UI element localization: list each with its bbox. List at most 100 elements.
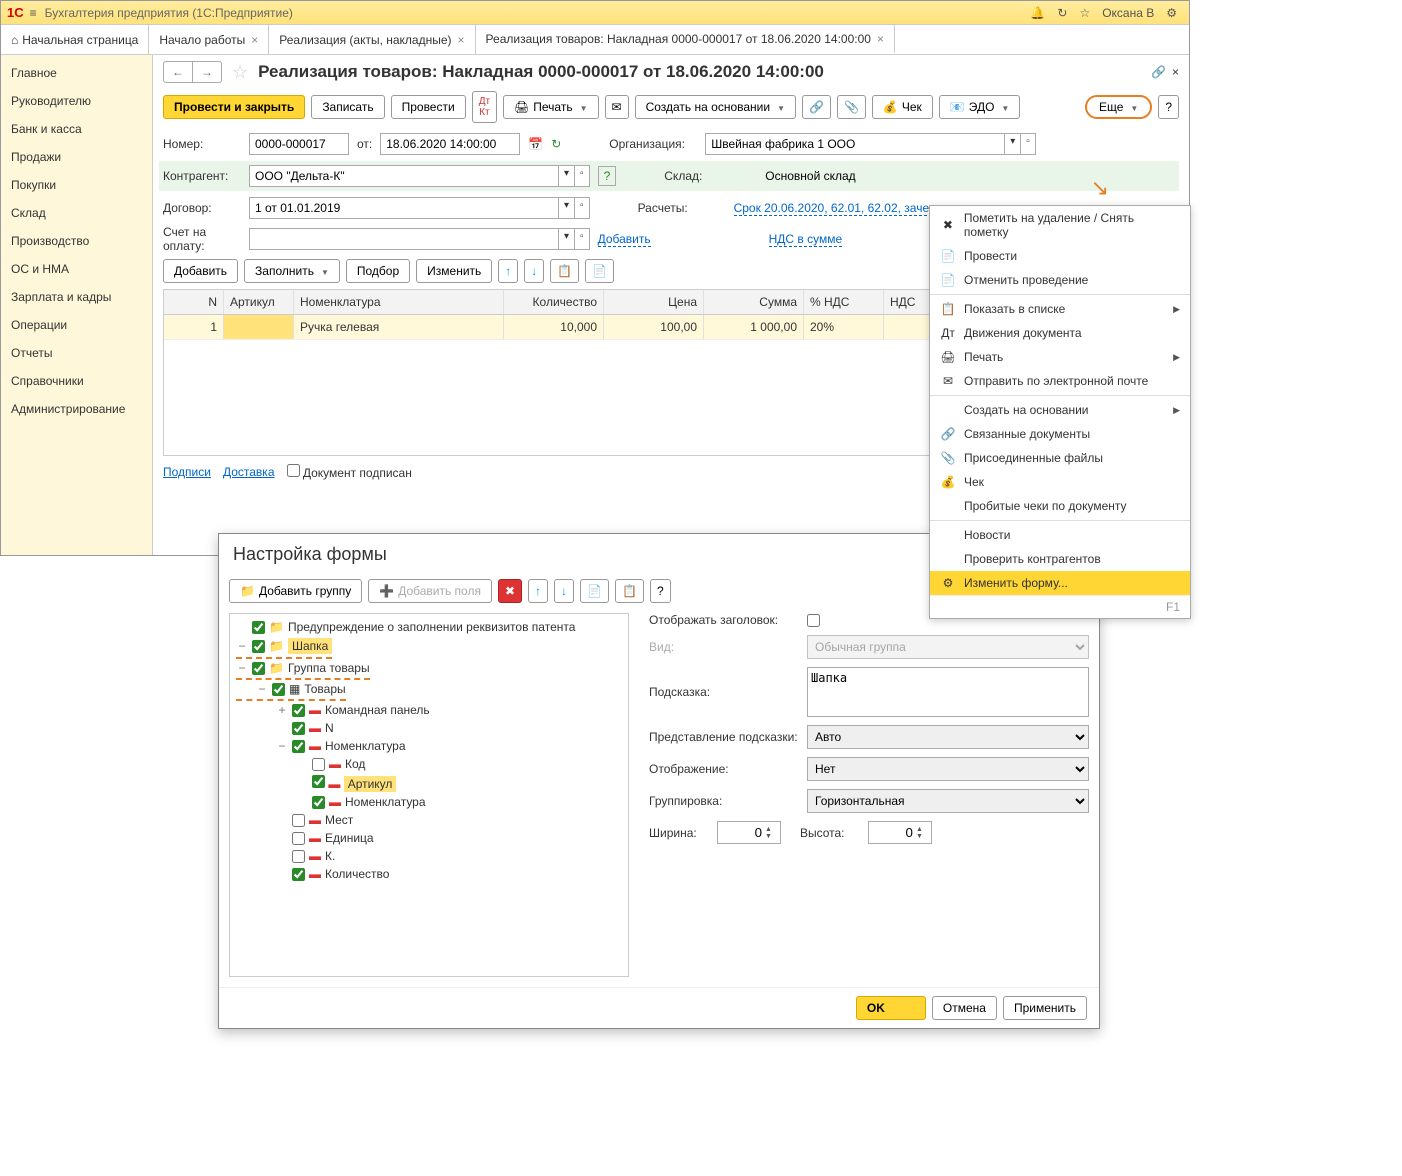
apply-button[interactable]: Применить xyxy=(1003,996,1087,1020)
close-icon[interactable]: × xyxy=(251,33,258,47)
nds-link[interactable]: НДС в сумме xyxy=(769,232,843,247)
mail-button[interactable]: ✉ xyxy=(605,95,629,119)
tree-item[interactable]: − ▦ Товары xyxy=(236,680,346,698)
copy-settings-button[interactable]: 📋 xyxy=(615,579,644,603)
print-button[interactable]: 🖨 Печать xyxy=(503,95,598,119)
col-nds[interactable]: % НДС xyxy=(804,290,884,314)
menu-item[interactable]: 📄Провести xyxy=(930,244,1190,268)
up-button[interactable]: ↑ xyxy=(498,259,518,283)
invoice-input[interactable] xyxy=(249,228,559,250)
refresh-icon[interactable]: ↻ xyxy=(551,137,561,151)
move-up-button[interactable]: ↑ xyxy=(528,579,548,603)
nav-admin[interactable]: Администрирование xyxy=(1,395,152,423)
post-button[interactable]: Провести xyxy=(391,95,466,119)
menu-item[interactable]: 📄Отменить проведение xyxy=(930,268,1190,292)
tab-2[interactable]: Реализация (акты, накладные)× xyxy=(269,25,475,54)
nav-fixed-assets[interactable]: ОС и НМА xyxy=(1,255,152,283)
col-nom[interactable]: Номенклатура xyxy=(294,290,504,314)
menu-item[interactable]: 📋Показать в списке▶ xyxy=(930,297,1190,321)
hamburger-icon[interactable]: ≡ xyxy=(30,6,37,20)
tab-1[interactable]: Начало работы× xyxy=(149,25,269,54)
tree-item[interactable]: − 📁 Шапка xyxy=(236,636,332,656)
cancel-button[interactable]: Отмена xyxy=(932,996,997,1020)
user-label[interactable]: Оксана В xyxy=(1102,6,1154,20)
nav-reports[interactable]: Отчеты xyxy=(1,339,152,367)
menu-item[interactable]: ✖Пометить на удаление / Снять пометку xyxy=(930,206,1190,244)
pick-button[interactable]: Подбор xyxy=(346,259,410,283)
bell-icon[interactable]: 🔔 xyxy=(1030,6,1045,20)
post-close-button[interactable]: Провести и закрыть xyxy=(163,95,305,119)
nav-bank[interactable]: Банк и касса xyxy=(1,115,152,143)
date-input[interactable] xyxy=(380,133,520,155)
tree-item[interactable]: − ▬ Номенклатура xyxy=(236,737,622,755)
show-header-checkbox[interactable] xyxy=(807,614,820,627)
menu-item[interactable]: Проверить контрагентов xyxy=(930,547,1190,571)
menu-item[interactable]: ⚙Изменить форму... xyxy=(930,571,1190,595)
add-link[interactable]: Добавить xyxy=(598,232,651,247)
menu-item[interactable]: 💰Чек xyxy=(930,470,1190,494)
dropdown-icon[interactable]: ▾ xyxy=(559,165,575,187)
menu-item[interactable]: ДтДвижения документа xyxy=(930,321,1190,345)
tree-item[interactable]: ▬ N xyxy=(236,719,622,737)
nav-warehouse[interactable]: Склад xyxy=(1,199,152,227)
check-button[interactable]: 💰 Чек xyxy=(872,95,933,119)
tree-item[interactable]: ▬ Код xyxy=(236,755,622,773)
menu-item[interactable]: ✉Отправить по электронной почте xyxy=(930,369,1190,393)
add-row-button[interactable]: Добавить xyxy=(163,259,238,283)
add-group-button[interactable]: 📁 Добавить группу xyxy=(229,579,362,603)
height-spinner[interactable]: ▲▼ xyxy=(868,821,923,844)
col-art[interactable]: Артикул xyxy=(224,290,294,314)
hint-textarea[interactable]: Шапка xyxy=(807,667,1089,717)
move-down-button[interactable]: ↓ xyxy=(554,579,574,603)
hint-rep-select[interactable]: Авто xyxy=(807,725,1089,749)
delete-button[interactable]: ✖ xyxy=(498,579,522,603)
dropdown-icon[interactable]: ▾ xyxy=(559,228,575,250)
settings-icon[interactable]: ⚙ xyxy=(1166,6,1177,20)
write-button[interactable]: Записать xyxy=(311,95,384,119)
help-button[interactable]: ? xyxy=(650,579,671,603)
org-input[interactable] xyxy=(705,133,1005,155)
tab-home[interactable]: Начальная страница xyxy=(1,25,149,54)
tree-item[interactable]: + ▬ Командная панель xyxy=(236,701,622,719)
tree-item[interactable]: − 📁 Группа товары xyxy=(236,659,370,677)
menu-item[interactable]: Создать на основании▶ xyxy=(930,398,1190,422)
open-icon[interactable]: ▫ xyxy=(575,228,590,250)
signed-checkbox[interactable]: Документ подписан xyxy=(287,464,412,480)
back-icon[interactable]: ← xyxy=(164,62,193,82)
ok-button[interactable]: OK xyxy=(856,996,926,1020)
tree-item[interactable]: ▬ Номенклатура xyxy=(236,793,622,811)
tree-item[interactable]: ▬ Мест xyxy=(236,811,622,829)
open-icon[interactable]: ▫ xyxy=(575,197,590,219)
fill-button[interactable]: Заполнить xyxy=(244,259,340,283)
width-spinner[interactable]: ▲▼ xyxy=(717,821,772,844)
open-icon[interactable]: ▫ xyxy=(575,165,590,187)
nav-catalogs[interactable]: Справочники xyxy=(1,367,152,395)
sign-link[interactable]: Подписи xyxy=(163,465,211,480)
tree-item[interactable]: ▬ Единица xyxy=(236,829,622,847)
col-n[interactable]: N xyxy=(164,290,224,314)
menu-item[interactable]: 🖨Печать▶ xyxy=(930,345,1190,369)
close-icon[interactable]: × xyxy=(877,32,884,46)
nav-purchases[interactable]: Покупки xyxy=(1,171,152,199)
favorite-icon[interactable]: ☆ xyxy=(232,62,248,83)
contragent-input[interactable] xyxy=(249,165,559,187)
more-button[interactable]: Еще xyxy=(1085,95,1152,119)
history-icon[interactable]: ↻ xyxy=(1057,6,1067,20)
nav-main[interactable]: Главное xyxy=(1,59,152,87)
tree-item[interactable]: 📁 Предупреждение о заполнении реквизитов… xyxy=(236,618,622,636)
tree-item[interactable]: ▬ К. xyxy=(236,847,622,865)
nav-sales[interactable]: Продажи xyxy=(1,143,152,171)
group-select[interactable]: Горизонтальная xyxy=(807,789,1089,813)
create-based-button[interactable]: Создать на основании xyxy=(635,95,796,119)
delivery-link[interactable]: Доставка xyxy=(223,465,275,480)
help-button[interactable]: ? xyxy=(1158,95,1179,119)
edit-row-button[interactable]: Изменить xyxy=(416,259,492,283)
tree-item[interactable]: ▬ Количество xyxy=(236,865,622,883)
col-price[interactable]: Цена xyxy=(604,290,704,314)
dropdown-icon[interactable]: ▾ xyxy=(559,197,575,219)
attach-button[interactable]: 📎 xyxy=(837,95,866,119)
calendar-icon[interactable]: 📅 xyxy=(528,137,543,151)
number-input[interactable] xyxy=(249,133,349,155)
tab-3[interactable]: Реализация товаров: Накладная 0000-00001… xyxy=(476,25,895,54)
open-icon[interactable]: ▫ xyxy=(1021,133,1036,155)
